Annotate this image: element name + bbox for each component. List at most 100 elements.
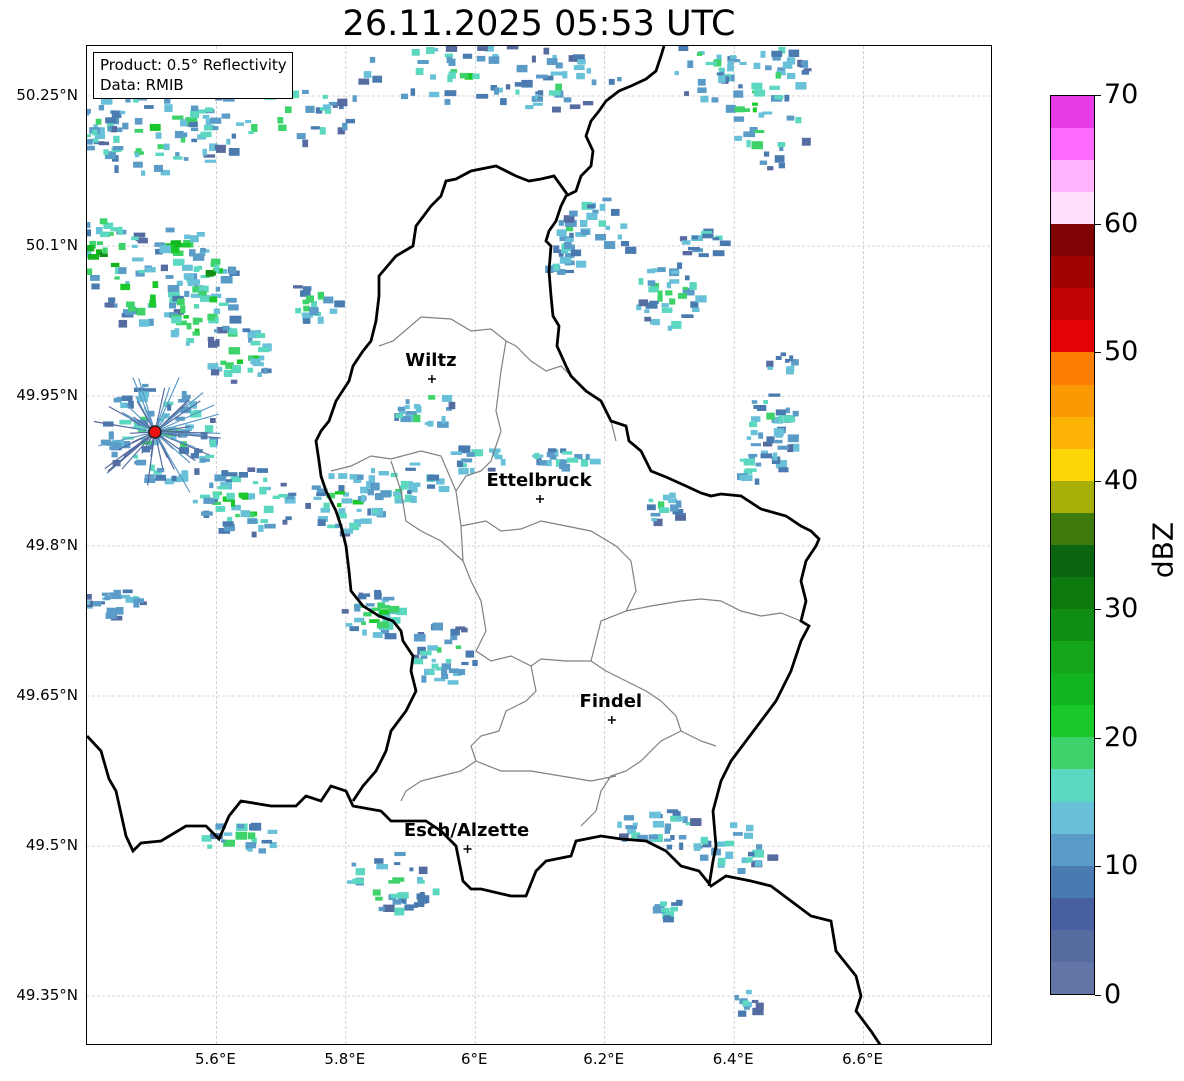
echo-pixel (177, 298, 185, 306)
echo-pixel (461, 627, 468, 633)
echo-pixel (138, 269, 145, 274)
colorbar-segment (1051, 127, 1094, 160)
echo-pixel (661, 307, 673, 313)
echo-pixel (409, 462, 421, 466)
echo-pixel (687, 60, 694, 68)
echo-pixel (240, 510, 250, 517)
echo-pixel (745, 468, 757, 472)
echo-pixel (110, 595, 122, 600)
echo-pixel (444, 90, 457, 97)
echo-pixel (378, 906, 385, 912)
echo-pixel (96, 241, 103, 245)
x-tick-label: 6.2°E (583, 1050, 625, 1068)
echo-pixel (757, 405, 767, 411)
echo-pixel (746, 436, 752, 440)
echo-pixel (149, 123, 161, 131)
echo-pixel (432, 622, 443, 631)
echo-pixel (395, 413, 404, 419)
echo-pixel (448, 401, 456, 410)
echo-pixel (209, 117, 222, 124)
echo-pixel (743, 131, 756, 138)
colorbar-segment (1051, 833, 1094, 866)
echo-pixel (718, 67, 724, 71)
echo-pixel (180, 119, 188, 127)
echo-pixel (388, 880, 401, 884)
echo-pixel (661, 907, 670, 913)
echo-pixel (258, 347, 270, 353)
echo-pixel (215, 286, 221, 292)
echo-pixel (476, 93, 489, 99)
echo-pixel (801, 70, 809, 75)
echo-pixel (670, 504, 679, 512)
echo-pixel (251, 531, 257, 538)
echo-pixel (258, 524, 264, 532)
echo-pixel (250, 822, 262, 831)
echo-pixel (775, 72, 782, 79)
echo-pixel (605, 225, 611, 230)
echo-pixel (214, 363, 219, 369)
echo-pixel (751, 141, 763, 150)
echo-pixel (201, 511, 213, 516)
echo-pixel (534, 452, 540, 460)
echo-pixel (394, 851, 406, 857)
echo-pixel (550, 71, 563, 76)
echo-pixel (563, 97, 572, 103)
echo-pixel (223, 369, 233, 377)
colorbar (1050, 95, 1095, 995)
colorbar-segment (1051, 929, 1094, 962)
echo-pixel (410, 482, 421, 487)
echo-pixel (648, 834, 659, 840)
echo-pixel (306, 295, 314, 303)
echo-pixel (352, 95, 357, 102)
echo-pixel (335, 491, 345, 495)
echo-pixel (752, 107, 757, 113)
echo-pixel (700, 95, 709, 103)
echo-pixel (169, 302, 177, 309)
colorbar-segment (1051, 737, 1094, 770)
x-tick-label: 5.6°E (195, 1050, 236, 1068)
echo-pixel (282, 519, 288, 525)
echo-pixel (695, 295, 707, 303)
echo-pixel (190, 110, 200, 119)
colorbar-tick-label: 0 (1104, 979, 1122, 1010)
echo-pixel (121, 395, 133, 401)
echo-pixel (103, 149, 109, 155)
echo-pixel (644, 309, 650, 314)
echo-pixel (760, 450, 768, 454)
echo-pixel (699, 854, 709, 861)
echo-pixel (671, 320, 682, 329)
echo-pixel (778, 467, 789, 473)
echo-pixel (428, 395, 436, 400)
echo-pixel (134, 460, 139, 465)
echo-pixel (322, 104, 331, 109)
echo-pixel (795, 117, 802, 124)
echo-pixel (727, 60, 734, 65)
echo-pixel (372, 509, 379, 513)
echo-pixel (302, 139, 309, 148)
echo-pixel (136, 307, 146, 316)
colorbar-segment (1051, 288, 1094, 321)
echo-pixel (218, 302, 229, 306)
echo-pixel (733, 116, 745, 122)
echo-pixel (558, 220, 564, 226)
echo-pixel (476, 55, 486, 62)
echo-pixel (598, 220, 606, 227)
echo-pixel (506, 46, 519, 50)
echo-pixel (200, 131, 212, 138)
echo-pixel (514, 82, 523, 87)
echo-pixel (232, 365, 241, 374)
echo-pixel (450, 451, 463, 455)
echo-pixel (134, 128, 144, 133)
colorbar-segment (1051, 544, 1094, 577)
colorbar-segment (1051, 769, 1094, 802)
echo-pixel (106, 607, 117, 614)
colorbar-segment (1051, 384, 1094, 417)
echo-pixel (175, 240, 181, 247)
radar-map[interactable] (86, 45, 992, 1045)
echo-pixel (193, 266, 200, 272)
echo-pixel (441, 669, 448, 675)
echo-pixel (210, 418, 216, 423)
echo-pixel (155, 474, 166, 481)
echo-pixel (191, 138, 197, 143)
echo-pixel (374, 592, 382, 600)
